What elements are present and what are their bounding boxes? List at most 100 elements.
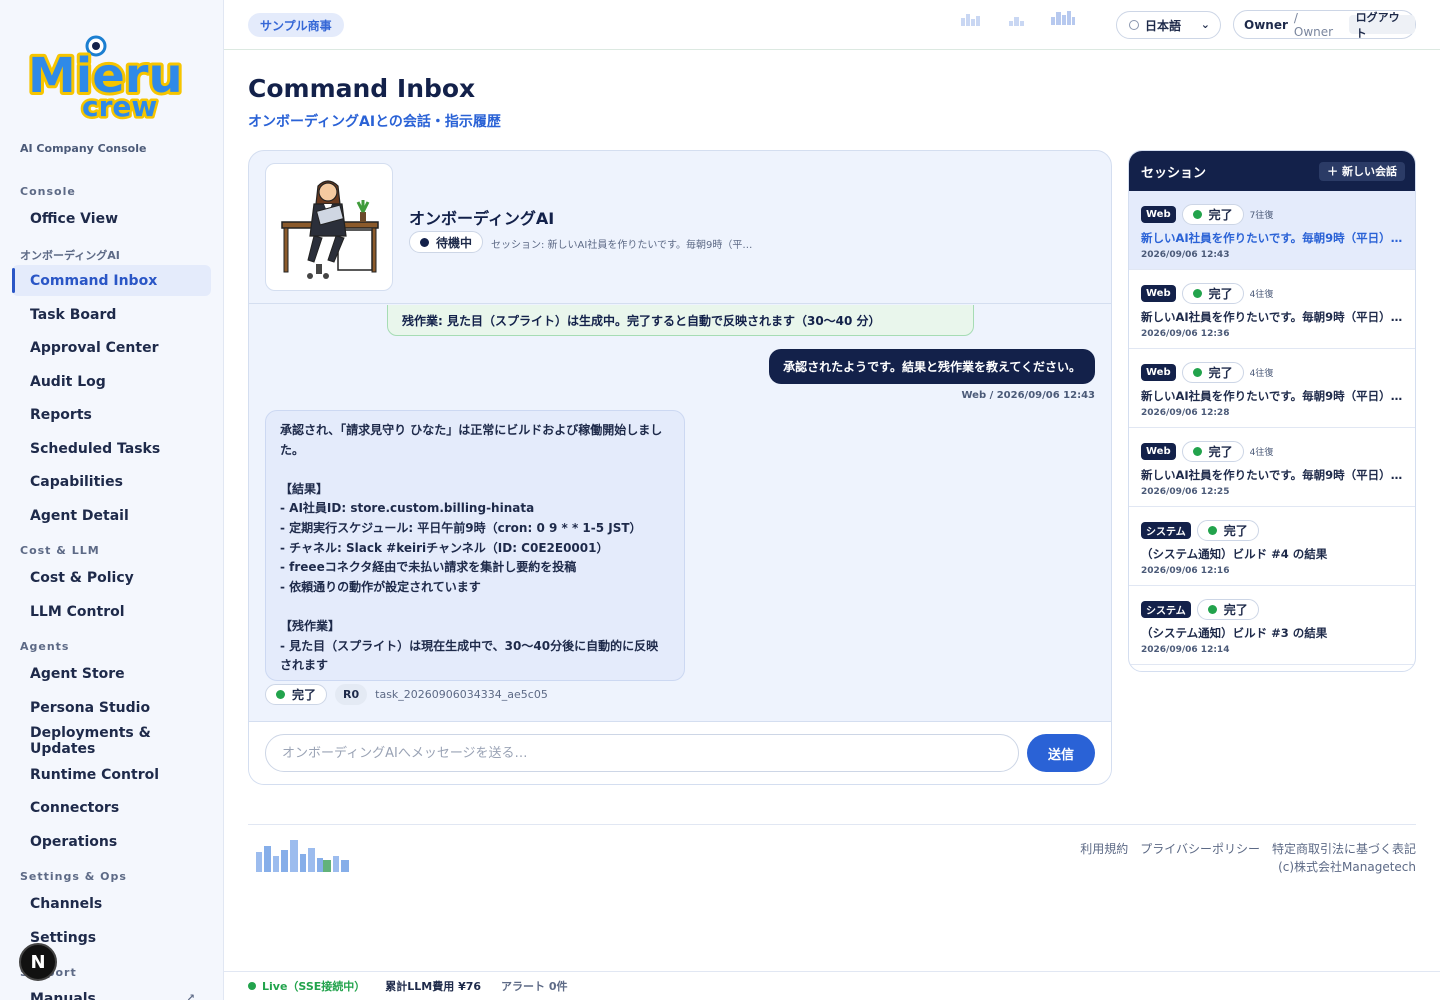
ai-message-footer: 完了 R0 task_20260906034334_ae5c05 [265, 683, 548, 705]
nav-cost-policy[interactable]: Cost & Policy [12, 562, 211, 593]
floating-n-badge[interactable]: N [19, 943, 57, 981]
external-link-icon: ↗ [186, 993, 195, 1000]
footer-terms-link[interactable]: 利用規約 [1080, 840, 1128, 857]
session-item[interactable]: システム 完了 （システム通知）ビルド #4 の結果 2026/09/06 12… [1129, 507, 1415, 586]
ai-status-label: 完了 [292, 687, 317, 702]
status-dot-icon [276, 689, 285, 699]
session-time: 2026/09/06 12:36 [1141, 329, 1230, 339]
session-status-label: 完了 [1208, 207, 1233, 222]
session-status-chip: 完了 [1181, 203, 1244, 225]
source-badge: システム [1141, 521, 1191, 539]
session-item[interactable]: Web 完了 7往復 新しいAI社員を作りたいです。毎朝9時（平日）に free… [1129, 191, 1415, 270]
session-item[interactable]: Web 完了 4往復 新しいAI社員を作りたいです。毎朝9時（平日）に free… [1129, 270, 1415, 349]
source-badge: Web [1141, 205, 1176, 223]
chevron-down-icon: ⌄ [1200, 18, 1210, 31]
skyline-icon [1009, 17, 1024, 26]
nav-llm-control[interactable]: LLM Control [12, 596, 211, 627]
send-button[interactable]: 送信 [1027, 734, 1095, 772]
alert-count[interactable]: アラート 0件 [501, 978, 567, 994]
sidebar: Mieru crew AI Company Console Console Of… [0, 0, 224, 1000]
session-item[interactable]: Web 完了 4往復 新しいAI社員を作りたいです。毎朝9時（平日）に free… [1129, 349, 1415, 428]
session-time: 2026/09/06 12:43 [1141, 250, 1230, 260]
agent-status-label: 待機中 [436, 235, 473, 250]
nav-command-inbox[interactable]: Command Inbox [12, 265, 211, 296]
nav-manuals[interactable]: Manuals ↗ [12, 983, 211, 1000]
user-message-meta: Web / 2026/09/06 12:43 [961, 390, 1095, 401]
section-agents: Agents [20, 640, 70, 653]
session-status-chip: 完了 [1181, 440, 1244, 462]
session-preview: （システム通知）ビルド #4 の結果 [1141, 547, 1328, 561]
session-time: 2026/09/06 12:25 [1141, 487, 1230, 497]
nav-office-view[interactable]: Office View [12, 203, 211, 234]
nav-channels[interactable]: Channels [12, 888, 211, 919]
session-item[interactable]: システム 完了 （システム通知）ビルド #3 の結果 2026/09/06 12… [1129, 586, 1415, 665]
company-pill[interactable]: サンプル商事 [248, 13, 344, 37]
session-preview: 新しいAI社員を作りたいです。毎朝9時（平日）に freee [1141, 231, 1403, 245]
status-dot-icon [1207, 604, 1217, 614]
session-status-chip: 完了 [1196, 598, 1259, 620]
nav-runtime-control[interactable]: Runtime Control [12, 759, 211, 790]
status-dot-icon [1192, 288, 1202, 298]
svg-text:crew: crew [82, 90, 157, 123]
nav-connectors[interactable]: Connectors [12, 792, 211, 823]
footer-links: 利用規約 プライバシーポリシー 特定商取引法に基づく表記 [1080, 840, 1416, 857]
status-dot-icon [1192, 446, 1202, 456]
session-turns: 7往復 [1249, 210, 1274, 221]
session-time: 2026/09/06 12:16 [1141, 566, 1230, 576]
nav-scheduled-tasks[interactable]: Scheduled Tasks [12, 433, 211, 464]
chat-panel: オンボーディングAI 待機中 セッション: 新しいAI社員を作りたいです。毎朝9… [248, 150, 1112, 785]
session-panel-header: セッション ＋ 新しい会話 [1129, 151, 1415, 191]
status-dot-icon [1192, 209, 1202, 219]
session-turns: 4往復 [1249, 447, 1274, 458]
nav-deployments[interactable]: Deployments & Updates [12, 725, 211, 757]
system-message: 残作業: 見た目（スプライト）は生成中。完了すると自動で反映されます（30〜40… [387, 305, 974, 336]
nav-operations[interactable]: Operations [12, 826, 211, 857]
session-panel: セッション ＋ 新しい会話 Web 完了 7往復 新しいAI社員を作りたいです。… [1128, 150, 1416, 672]
session-time: 2026/09/06 12:28 [1141, 408, 1230, 418]
nav-agent-store[interactable]: Agent Store [12, 658, 211, 689]
session-status-label: 完了 [1223, 523, 1248, 538]
nav-reports[interactable]: Reports [12, 399, 211, 430]
nav-audit-log[interactable]: Audit Log [12, 366, 211, 397]
language-label: 日本語 [1145, 18, 1182, 33]
ai-message: 承認され、「請求見守り ひなた」は正常にビルドおよび稼働開始しました。 【結果】… [265, 410, 685, 681]
agent-name: オンボーディングAI [409, 209, 555, 228]
nav-capabilities[interactable]: Capabilities [12, 466, 211, 497]
footer-commerce-link[interactable]: 特定商取引法に基づく表記 [1272, 840, 1416, 857]
nav-task-board[interactable]: Task Board [12, 299, 211, 330]
agent-avatar [265, 163, 393, 291]
session-status-chip: 完了 [1181, 282, 1244, 304]
nav-manuals-label: Manuals [30, 990, 96, 1000]
nav-approval-center[interactable]: Approval Center [12, 332, 211, 363]
task-id[interactable]: task_20260906034334_ae5c05 [375, 688, 548, 701]
message-input[interactable] [265, 734, 1019, 772]
mieru-crew-logo[interactable]: Mieru crew [26, 26, 194, 124]
ai-status-chip: 完了 [265, 683, 328, 705]
session-status-chip: 完了 [1181, 361, 1244, 383]
session-turns: 4往復 [1249, 289, 1274, 300]
agent-status-badge: 待機中 [409, 231, 484, 253]
composer: 送信 [249, 721, 1111, 784]
source-badge: Web [1141, 442, 1176, 460]
footer-privacy-link[interactable]: プライバシーポリシー [1140, 840, 1260, 857]
status-dot-icon [248, 982, 256, 990]
user-name: Owner [1244, 17, 1288, 32]
page-subtitle: オンボーディングAIとの会話・指示履歴 [248, 114, 501, 130]
session-status-label: 完了 [1208, 444, 1233, 459]
section-cost: Cost & LLM [20, 544, 100, 557]
new-chat-button[interactable]: ＋ 新しい会話 [1319, 161, 1405, 181]
live-label: Live（SSE接続中） [262, 980, 366, 993]
section-console: Console [20, 185, 76, 198]
message-list[interactable]: 残作業: 見た目（スプライト）は生成中。完了すると自動で反映されます（30〜40… [249, 305, 1111, 721]
logout-button[interactable]: ログアウト [1348, 11, 1415, 40]
live-indicator: Live（SSE接続中） [248, 978, 365, 994]
nav-persona-studio[interactable]: Persona Studio [12, 692, 211, 723]
session-item[interactable]: Web 完了 4往復 新しいAI社員を作りたいです。毎朝9時（平日）に free… [1129, 428, 1415, 507]
user-message: 承認されたようです。結果と残作業を教えてください。 [769, 349, 1095, 384]
top-bar: サンプル商事 日本語 ⌄ Owner / Owner ログアウト [224, 0, 1440, 50]
nav-agent-detail[interactable]: Agent Detail [12, 500, 211, 531]
user-role: / Owner [1293, 10, 1334, 39]
skyline-icon [961, 14, 980, 26]
session-preview: 新しいAI社員を作りたいです。毎朝9時（平日）に freee [1141, 468, 1403, 482]
language-select[interactable]: 日本語 ⌄ [1116, 11, 1221, 39]
